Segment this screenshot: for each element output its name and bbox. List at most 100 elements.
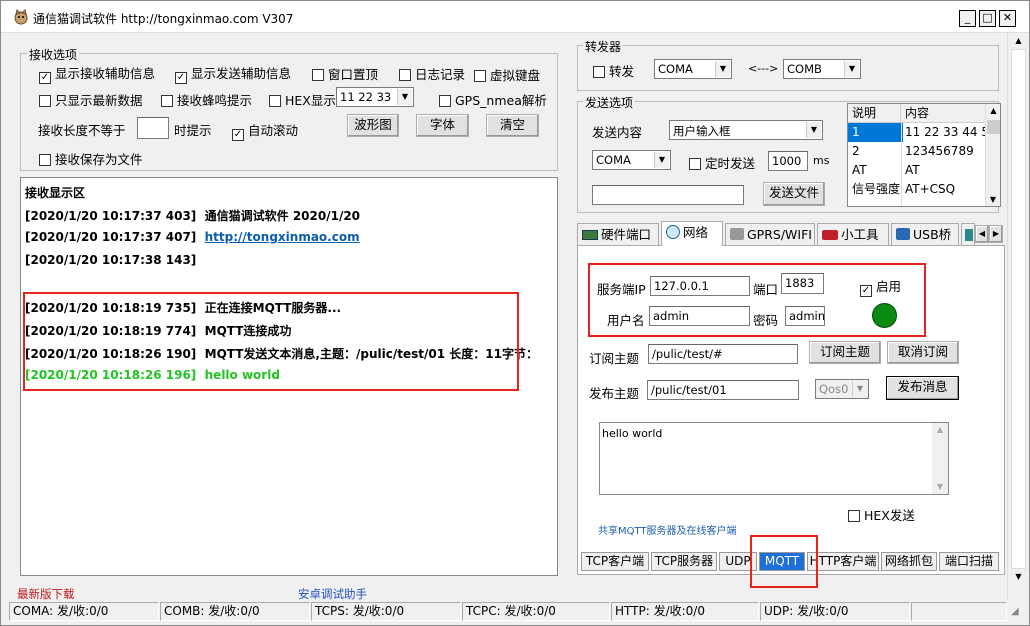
hex-pattern-select[interactable]: 11 22 33 ▼ [336,87,414,107]
publish-topic-input[interactable]: /pulic/test/01 [647,380,799,400]
scroll-up-icon[interactable]: ▲ [1008,33,1029,49]
publish-topic-label: 发布主题 [589,386,640,401]
main-scrollbar[interactable]: ▲ ▼ [1007,33,1029,599]
textarea-scrollbar[interactable]: ▲ ▼ [932,423,948,494]
beep-checkbox[interactable]: 接收蜂鸣提示 [161,90,252,109]
maximize-button[interactable]: □ [979,10,996,27]
tab-icon [965,229,973,241]
minimize-button[interactable]: _ [959,10,976,27]
show-send-info-checkbox[interactable]: ✓ 显示发送辅助信息 [175,63,291,84]
tab-tcp-client[interactable]: TCP客户端 [581,552,649,571]
message-textarea[interactable]: hello world ▲ ▼ [599,422,949,495]
table-cell: 1 [852,125,860,139]
scroll-down-icon[interactable]: ▼ [932,480,948,494]
table-cell[interactable]: AT [850,161,867,180]
tab-tcp-server[interactable]: TCP服务器 [651,552,717,571]
scroll-up-icon[interactable]: ▲ [932,423,948,437]
chevron-down-icon: ▼ [654,152,669,168]
tab-gprs-wifi[interactable]: GPRS/WIFI [725,223,815,245]
tab-port-scan[interactable]: 端口扫描 [939,552,999,571]
highlight-box [23,292,519,391]
table-cell[interactable]: AT+CSQ [903,180,955,199]
tab-hardware-port[interactable]: 硬件端口 [577,223,659,245]
interval-input[interactable]: 1000 [768,151,808,171]
send-options-legend: 发送选项 [583,94,636,111]
resize-grip-icon[interactable]: ◢ [1011,605,1025,619]
show-recv-info-checkbox[interactable]: ✓ 显示接收辅助信息 [39,63,155,84]
forward-checkbox[interactable]: 转发 [593,61,634,80]
checkmark-icon: ✓ [175,72,187,84]
log-checkbox[interactable]: 日志记录 [399,64,465,83]
close-button[interactable]: ✕ [999,10,1016,27]
status-empty [911,602,1007,621]
circuit-board-icon [582,230,598,240]
table-cell[interactable]: AT [903,161,920,180]
forward-arrow-label: <---> [748,62,779,75]
hex-send-checkbox[interactable]: HEX发送 [848,505,915,524]
hex-show-checkbox[interactable]: HEX显示 [269,90,336,109]
scroll-thumb[interactable] [1011,49,1026,569]
chevron-down-icon: ▼ [397,89,412,105]
prompt-label: 时提示 [174,123,212,138]
share-mqtt-link[interactable]: 共享MQTT服务器及在线客户端 [598,522,737,537]
send-content-select[interactable]: 用户输入框 ▼ [669,120,823,140]
highlight-box [750,535,818,588]
publish-button[interactable]: 发布消息 [886,376,959,400]
unsubscribe-button[interactable]: 取消订阅 [887,341,959,364]
forward-port-a-select[interactable]: COMA ▼ [654,59,732,79]
subscribe-topic-input[interactable]: /pulic/test/# [648,344,798,364]
status-udp: UDP: 发/收:0/0 [760,602,910,621]
auto-scroll-checkbox[interactable]: ✓ 自动滚动 [232,120,298,141]
table-cell[interactable]: 2 [850,142,860,161]
table-header: 说明 [852,106,877,120]
tab-packet-capture[interactable]: 网络抓包 [881,552,937,571]
toolbox-icon [822,230,838,240]
save-to-file-checkbox[interactable]: 接收保存为文件 [39,149,143,168]
window-top-checkbox[interactable]: 窗口置顶 [312,64,378,83]
send-file-button[interactable]: 发送文件 [763,182,825,206]
checkmark-icon: ✓ [39,72,51,84]
virtual-keyboard-checkbox[interactable]: 虚拟键盘 [474,65,540,84]
subscribe-button[interactable]: 订阅主题 [809,341,881,364]
log-line: [2020/1/20 10:17:37 403] 通信猫调试软件 2020/1/… [25,209,361,223]
table-header: 内容 [905,106,930,120]
scroll-down-icon[interactable]: ▼ [986,193,1000,206]
table-scrollbar[interactable]: ▲ ▼ [985,104,1000,206]
tab-overflow [961,223,975,245]
scroll-down-icon[interactable]: ▼ [1008,569,1029,585]
chevron-down-icon: ▼ [715,61,730,77]
scroll-thumb[interactable] [987,120,1000,134]
status-http: HTTP: 发/收:0/0 [611,602,759,621]
latest-only-checkbox[interactable]: 只显示最新数据 [39,90,143,109]
send-content-label: 发送内容 [592,125,643,140]
website-link[interactable]: http://tongxinmao.com [205,230,360,244]
wireless-icon [730,228,744,240]
timed-send-checkbox[interactable]: 定时发送 [689,153,755,172]
tab-usb-bridge[interactable]: USB桥 [891,223,959,245]
forward-port-b-select[interactable]: COMB ▼ [783,59,861,79]
download-link[interactable]: 最新版下载 [17,586,75,602]
android-link[interactable]: 安卓调试助手 [298,586,367,602]
checkmark-icon: ✓ [232,129,244,141]
table-cell[interactable]: 123456789 [903,142,974,161]
font-button[interactable]: 字体 [416,114,469,137]
table-cell[interactable]: 信号强度 [850,180,900,199]
gps-checkbox[interactable]: GPS_nmea解析 [439,90,547,109]
tab-tools[interactable]: 小工具 [817,223,889,245]
file-path-input[interactable] [592,185,744,205]
usb-icon [896,228,910,240]
cat-app-icon [14,9,28,25]
interval-unit-label: ms [813,154,830,167]
tab-scroll-right-button[interactable]: ▶ [989,225,1003,243]
tab-network[interactable]: 网络 [661,221,723,246]
tab-scroll-left-button[interactable]: ◀ [975,225,989,243]
len-not-equal-label: 接收长度不等于 [38,123,126,138]
receive-area-title: 接收显示区 [25,186,86,200]
len-value-input[interactable] [137,117,169,139]
clear-button[interactable]: 清空 [486,114,539,137]
scroll-up-icon[interactable]: ▲ [986,104,1000,118]
status-comb: COMB: 发/收:0/0 [160,602,310,621]
waveform-button[interactable]: 波形图 [347,114,399,137]
send-port-select[interactable]: COMA ▼ [592,150,671,170]
subscribe-topic-label: 订阅主题 [589,351,640,366]
